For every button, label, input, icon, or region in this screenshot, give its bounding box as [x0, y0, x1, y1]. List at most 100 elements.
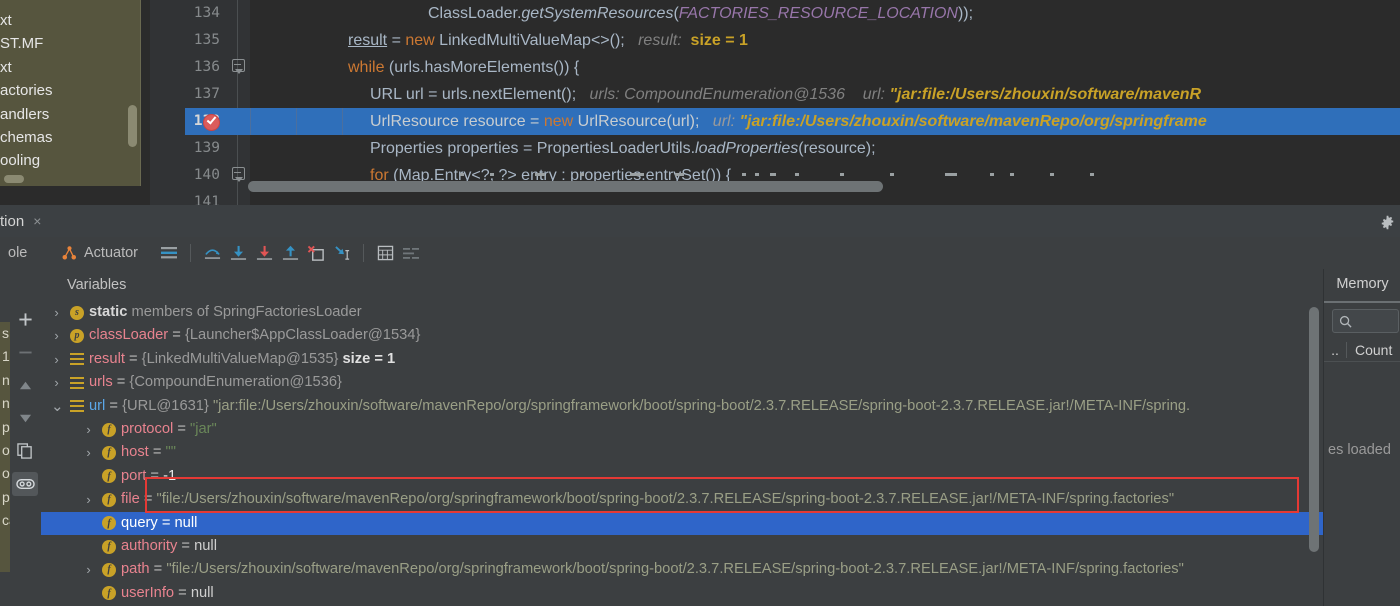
code-token: while — [348, 59, 385, 76]
code-token: "jar:file:/Users/zhouxin/software/mavenR — [889, 86, 1202, 103]
variable-text: static members of SpringFactoriesLoader — [89, 301, 362, 324]
code-line[interactable]: ClassLoader.getSystemResources(FACTORIES… — [428, 0, 1400, 27]
memory-column-headers[interactable]: .. Count — [1324, 339, 1400, 362]
variables-vertical-scrollbar[interactable] — [1309, 307, 1319, 597]
step-out-icon[interactable] — [279, 242, 301, 264]
drop-frame-icon[interactable] — [305, 242, 327, 264]
variable-row[interactable]: › urls = {CompoundEnumeration@1536} — [41, 371, 1323, 394]
editor-hscroll-thumb[interactable] — [248, 181, 883, 192]
completion-popup[interactable]: xt ST.MF xt actories andlers chemas ooling — [0, 0, 141, 186]
down-arrow-icon[interactable] — [12, 406, 38, 430]
chevron-right-icon[interactable]: › — [51, 324, 62, 347]
debug-tab-bar[interactable]: tion × — [0, 205, 1400, 240]
code-editor[interactable]: 134 ClassLoader.getSystemResources(FACTOR… — [0, 0, 1400, 205]
code-line[interactable]: while (urls.hasMoreElements()) { — [348, 54, 1400, 81]
chevron-right-icon[interactable]: › — [51, 301, 62, 324]
memory-search-input[interactable] — [1332, 309, 1399, 333]
code-token: size = 1 — [690, 32, 748, 49]
chevron-right-icon[interactable]: › — [51, 371, 62, 394]
close-icon[interactable]: × — [33, 206, 41, 237]
field-badge-icon: f — [101, 582, 117, 605]
variable-row[interactable]: f query = null — [41, 511, 1323, 535]
fold-marker-icon[interactable] — [232, 59, 245, 74]
variable-token: = — [146, 467, 164, 484]
variable-row[interactable]: › f host = "" — [41, 441, 1323, 464]
line-number: 134 — [193, 5, 220, 21]
chevron-right-icon[interactable]: › — [83, 558, 94, 581]
line-number: 139 — [193, 140, 220, 156]
evaluate-expression-icon[interactable] — [374, 242, 396, 264]
chevron-down-icon[interactable]: ⌄ — [51, 395, 64, 418]
variable-row[interactable]: › f protocol = "jar" — [41, 418, 1323, 441]
toolbar-separator-2 — [363, 244, 364, 262]
variable-row[interactable]: f userInfo = null — [41, 582, 1323, 605]
code-token: new — [405, 32, 435, 49]
up-arrow-icon[interactable] — [12, 373, 38, 397]
variables-action-bar[interactable] — [10, 269, 40, 606]
variable-row[interactable]: › f path = "file:/Users/zhouxin/software/m… — [41, 558, 1323, 581]
chevron-right-icon[interactable]: › — [83, 441, 94, 464]
variable-row[interactable]: › s static members of SpringFactoriesLoade… — [41, 301, 1323, 324]
list-item[interactable]: xt — [0, 56, 140, 79]
settings-lines-icon[interactable] — [400, 242, 422, 264]
memory-col-class[interactable]: .. — [1324, 342, 1347, 358]
variable-text: query = null — [121, 512, 197, 535]
gear-icon[interactable] — [1376, 211, 1398, 233]
memory-col-count[interactable]: Count — [1347, 342, 1392, 358]
actuator-tab[interactable]: Actuator — [56, 237, 138, 269]
code-line[interactable]: result = new LinkedMultiValueMap<>(); re… — [348, 27, 1400, 54]
variable-row[interactable]: f authority = null — [41, 535, 1323, 558]
field-badge-icon: f — [101, 558, 117, 581]
completion-popup-list[interactable]: xt ST.MF xt actories andlers chemas ooling — [0, 9, 140, 173]
popup-horizontal-scrollbar[interactable] — [4, 175, 24, 183]
variables-tree[interactable]: › s static members of SpringFactoriesLoade… — [41, 301, 1323, 606]
force-step-into-icon[interactable] — [253, 242, 275, 264]
chevron-right-icon[interactable]: › — [83, 488, 94, 511]
popup-vertical-scrollbar[interactable] — [128, 105, 137, 147]
variable-row[interactable]: ⌄ url = {URL@1631} "jar:file:/Users/zhoux… — [41, 395, 1323, 418]
toolbar-separator — [190, 244, 191, 262]
list-item[interactable]: actories — [0, 79, 140, 102]
code-token: result: — [624, 32, 691, 49]
code-token: (resource); — [798, 140, 876, 157]
variables-vscroll-thumb[interactable] — [1309, 307, 1319, 552]
layout-icon[interactable] — [158, 242, 180, 264]
tab-memory[interactable]: Memory — [1324, 269, 1400, 303]
debug-toolbar[interactable]: ole Actuator — [0, 237, 1400, 269]
tab-application[interactable]: tion × — [0, 205, 52, 240]
code-line[interactable]: URL url = urls.nextElement(); urls: Comp… — [370, 81, 1400, 108]
step-into-icon[interactable] — [227, 242, 249, 264]
list-item[interactable]: ST.MF — [0, 32, 140, 55]
editor-horizontal-scrollbar[interactable] — [248, 181, 1392, 192]
variable-row[interactable]: f port = -1 — [41, 465, 1323, 488]
variable-token: = — [173, 420, 191, 437]
variables-tree-container[interactable]: Variables › s static members of SpringFact… — [41, 269, 1323, 606]
variable-token: {Launcher$AppClassLoader@1534} — [184, 327, 421, 344]
variable-token: = — [177, 537, 195, 554]
variable-row[interactable]: › p classLoader = {Launcher$AppClassLoader… — [41, 324, 1323, 347]
chevron-right-icon[interactable]: › — [51, 348, 62, 371]
list-item[interactable]: andlers — [0, 103, 140, 126]
line-number: 137 — [193, 86, 220, 102]
list-item[interactable]: xt — [0, 9, 140, 32]
variable-row[interactable]: › f file = "file:/Users/zhouxin/software/m… — [41, 488, 1323, 511]
chevron-right-icon[interactable]: › — [83, 418, 94, 441]
list-item[interactable]: chemas — [0, 126, 140, 149]
search-icon — [1339, 315, 1352, 328]
step-over-icon[interactable] — [201, 242, 223, 264]
code-line[interactable]: UrlResource resource = new UrlResource(u… — [370, 108, 1400, 135]
breakpoint-icon[interactable] — [203, 114, 220, 131]
fold-marker-icon[interactable] — [232, 167, 245, 182]
variable-token: "file:/Users/zhouxin/software/mavenRepo/… — [156, 491, 1175, 508]
list-item[interactable]: ooling — [0, 149, 140, 172]
watches-icon[interactable] — [12, 472, 38, 496]
variable-token: userInfo — [121, 584, 175, 601]
plus-icon[interactable] — [12, 307, 38, 331]
code-line[interactable]: Properties properties = PropertiesLoader… — [370, 135, 1400, 162]
variable-row[interactable]: › result = {LinkedMultiValueMap@1535} siz… — [41, 348, 1323, 371]
copy-icon[interactable] — [12, 439, 38, 463]
minus-icon[interactable] — [12, 340, 38, 364]
run-to-cursor-icon[interactable] — [331, 242, 353, 264]
tab-console-label[interactable]: ole — [8, 245, 27, 261]
code-token: LinkedMultiValueMap<>(); — [434, 32, 625, 49]
